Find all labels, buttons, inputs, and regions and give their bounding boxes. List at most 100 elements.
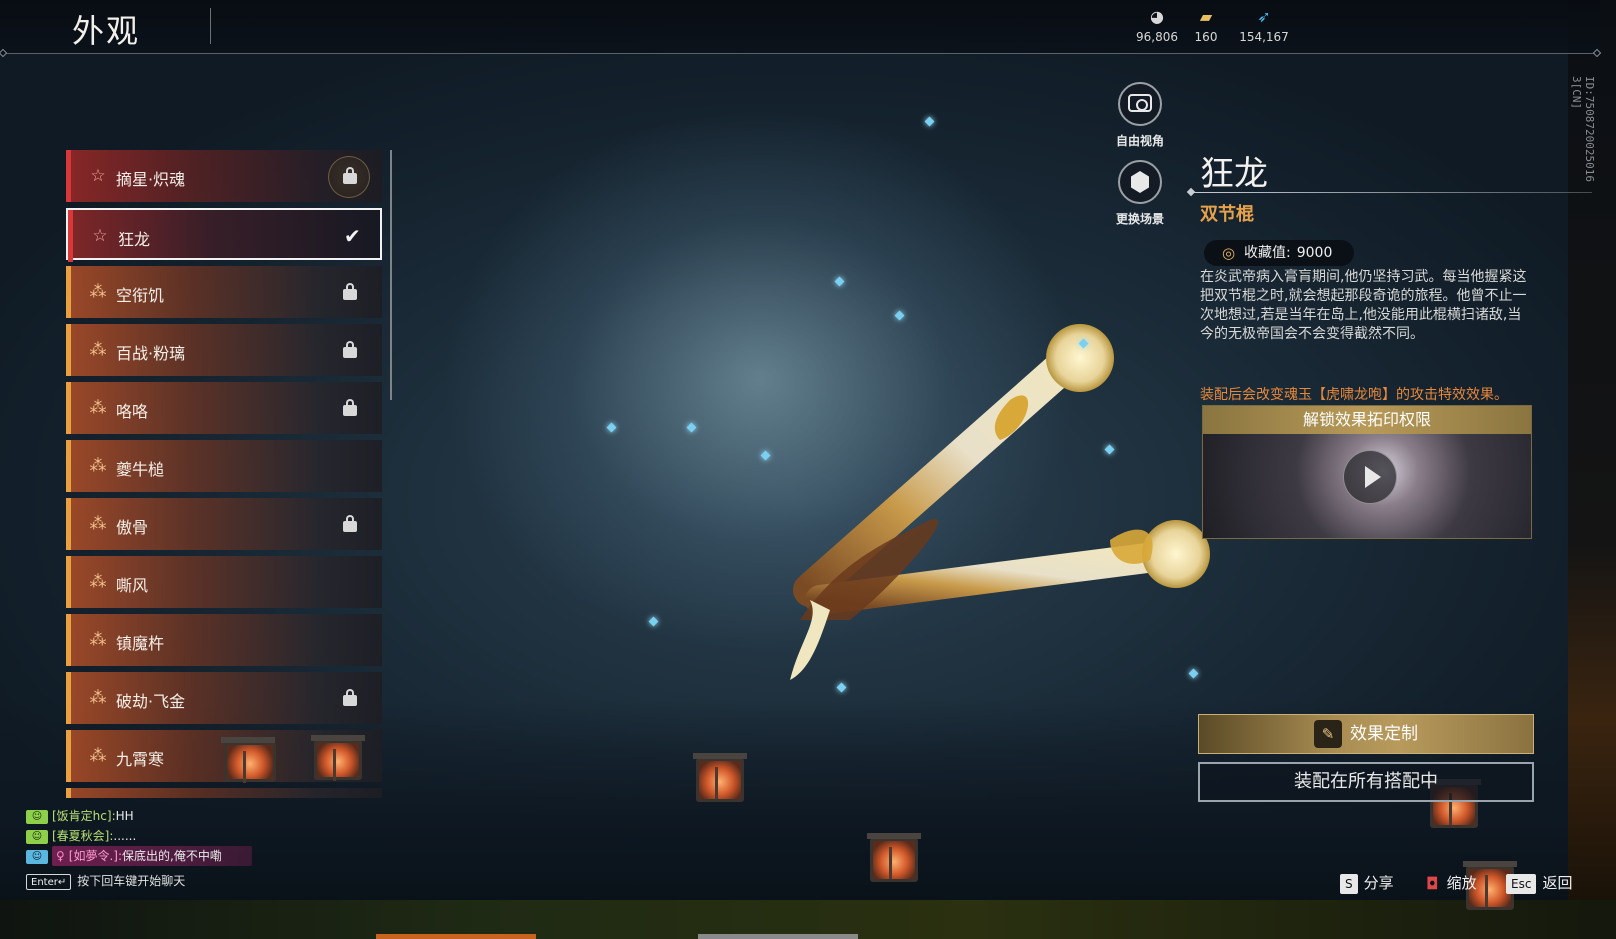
list-item-selected[interactable]: ☆ 狂龙 ✔ bbox=[66, 208, 382, 262]
rarity-bar bbox=[66, 150, 71, 202]
list-scrollbar[interactable] bbox=[390, 150, 392, 400]
enter-key: Enter↵ bbox=[26, 873, 72, 890]
top-bar: 外观 ◕ 96,806 ▰ 160 ➶ 154,167 bbox=[0, 0, 1600, 54]
list-item[interactable]: ⁂ 镇魔杵 bbox=[66, 614, 382, 666]
currency-value: 154,167 bbox=[1239, 30, 1289, 44]
chat-message: ☺ [饭肯定hc]:HH bbox=[26, 806, 252, 826]
list-item[interactable]: ⁂ 百战·粉璃 bbox=[66, 324, 382, 376]
cross-rank-icon: ⁂ bbox=[89, 514, 107, 534]
list-item-name: 百战·粉璃 bbox=[116, 344, 186, 363]
share-hint[interactable]: S 分享 bbox=[1340, 872, 1394, 894]
rarity-bar bbox=[66, 788, 71, 798]
rarity-bar bbox=[66, 382, 71, 434]
weapon-model-nunchaku[interactable] bbox=[780, 320, 1240, 720]
taskbar-indicator bbox=[698, 934, 858, 939]
cross-rank-icon: ⁂ bbox=[89, 746, 107, 766]
esc-key: Esc bbox=[1506, 873, 1537, 894]
item-type: 双节棍 bbox=[1200, 204, 1254, 225]
zoom-hint[interactable]: ◘ 缩放 bbox=[1424, 872, 1477, 894]
list-item[interactable]: ⁂ 傲骨 bbox=[66, 498, 382, 550]
chat-message: ☺ [春夏秋会]:...... bbox=[26, 826, 252, 846]
chat-text: ...... bbox=[113, 829, 137, 843]
rarity-bar bbox=[68, 210, 73, 262]
list-item[interactable]: ☆ 摘星·炽魂 bbox=[66, 150, 382, 202]
coin-icon: ◕ bbox=[1150, 7, 1164, 26]
list-item-name: 夔牛槌 bbox=[116, 460, 165, 479]
collection-icon: ◎ bbox=[1222, 244, 1236, 262]
feather-icon: ➶ bbox=[1257, 7, 1271, 26]
unlock-effect-preview[interactable]: 解锁效果拓印权限 bbox=[1202, 405, 1532, 539]
rarity-bar bbox=[66, 730, 71, 782]
rarity-bar bbox=[66, 614, 71, 666]
lock-icon bbox=[342, 166, 358, 184]
equip-all-button[interactable]: 装配在所有搭配中 bbox=[1198, 762, 1534, 802]
lantern-prop bbox=[311, 735, 365, 781]
cross-rank-icon: ⁂ bbox=[89, 572, 107, 592]
title-divider bbox=[210, 8, 211, 44]
zoom-label: 缩放 bbox=[1446, 874, 1477, 892]
female-icon: ♀ bbox=[56, 849, 65, 863]
cross-rank-icon: ⁂ bbox=[89, 340, 107, 360]
item-name: 狂龙 bbox=[1200, 154, 1268, 194]
session-id: ID:7508720025016 3[CN] bbox=[1570, 76, 1596, 182]
chat-channel-icon: ☺ bbox=[26, 809, 48, 824]
cube-icon bbox=[1131, 171, 1149, 193]
lantern-prop bbox=[693, 753, 747, 802]
lock-icon bbox=[342, 688, 358, 706]
chat-sender[interactable]: [饭肯定hc]: bbox=[52, 809, 116, 823]
chat-highlight: ♀ [如夢令.]:保底出的,俺不中嘞 bbox=[52, 846, 252, 866]
lock-icon bbox=[342, 282, 358, 300]
play-icon[interactable] bbox=[1343, 450, 1397, 504]
change-scene-button[interactable] bbox=[1118, 160, 1162, 204]
list-item[interactable]: ⁂ 破劫·飞金 bbox=[66, 672, 382, 724]
rarity-bar bbox=[66, 672, 71, 724]
list-item[interactable] bbox=[66, 788, 382, 798]
chat-sender[interactable]: [如夢令.]: bbox=[69, 849, 122, 863]
back-hint[interactable]: Esc 返回 bbox=[1506, 872, 1572, 894]
list-item-name: 嘶风 bbox=[116, 576, 149, 595]
chat-sender[interactable]: [春夏秋会]: bbox=[52, 829, 113, 843]
lantern-prop bbox=[221, 737, 276, 783]
currency-value: 96,806 bbox=[1136, 30, 1178, 44]
chat-text: 保底出的,俺不中嘞 bbox=[122, 849, 222, 863]
taskbar-indicator bbox=[376, 934, 536, 939]
back-label: 返回 bbox=[1542, 874, 1573, 892]
list-item-name: 镇魔杵 bbox=[116, 634, 165, 653]
list-item[interactable]: ⁂ 空衔饥 bbox=[66, 266, 382, 318]
title-underline bbox=[1192, 192, 1592, 193]
skin-list[interactable]: ☆ 摘星·炽魂 ☆ 狂龙 ✔ ⁂ 空衔饥 ⁂ 百战·粉璃 ⁂ 咯咯 ⁂ 夔牛槌 … bbox=[66, 150, 386, 798]
list-item[interactable]: ⁂ 夔牛槌 bbox=[66, 440, 382, 492]
chat-hint[interactable]: Enter↵ 按下回车键开始聊天 bbox=[26, 872, 185, 890]
customize-effect-button[interactable]: ✎ 效果定制 bbox=[1198, 714, 1534, 754]
collection-value: 9000 bbox=[1296, 245, 1333, 261]
star-outline-icon: ☆ bbox=[92, 226, 108, 246]
currency-value: 160 bbox=[1194, 30, 1218, 44]
mouse-icon: ◘ bbox=[1426, 873, 1439, 893]
chat-channel-icon: ☺ bbox=[26, 829, 48, 844]
camera-icon bbox=[1128, 94, 1152, 112]
list-item-name: 九霄寒 bbox=[116, 750, 165, 769]
rarity-bar bbox=[66, 324, 71, 376]
chat-message: ☺ ♀ [如夢令.]:保底出的,俺不中嘞 bbox=[26, 846, 252, 866]
page-title: 外观 bbox=[72, 12, 141, 50]
customize-effect-label: 效果定制 bbox=[1350, 724, 1418, 744]
rarity-bar bbox=[66, 440, 71, 492]
list-item[interactable]: ⁂ 嘶风 bbox=[66, 556, 382, 608]
cross-rank-icon: ⁂ bbox=[89, 282, 107, 302]
cross-rank-icon: ⁂ bbox=[89, 456, 107, 476]
currency-feathers: ➶ 154,167 bbox=[1236, 7, 1292, 45]
effect-video-thumbnail[interactable] bbox=[1203, 434, 1531, 538]
equip-effect-note: 装配后会改变魂玉【虎啸龙咆】的攻击特效效果。 bbox=[1200, 387, 1508, 403]
rarity-bar bbox=[66, 266, 71, 318]
cross-rank-icon: ⁂ bbox=[89, 398, 107, 418]
lock-icon bbox=[342, 340, 358, 358]
share-label: 分享 bbox=[1363, 874, 1394, 892]
list-item-name: 狂龙 bbox=[118, 230, 151, 249]
list-item-name: 傲骨 bbox=[116, 518, 149, 537]
cross-rank-icon: ⁂ bbox=[89, 630, 107, 650]
currency-coins: ◕ 96,806 bbox=[1132, 7, 1182, 45]
lantern-prop bbox=[867, 833, 921, 882]
list-item[interactable]: ⁂ 咯咯 bbox=[66, 382, 382, 434]
lock-icon bbox=[342, 514, 358, 532]
free-camera-button[interactable] bbox=[1118, 82, 1162, 126]
